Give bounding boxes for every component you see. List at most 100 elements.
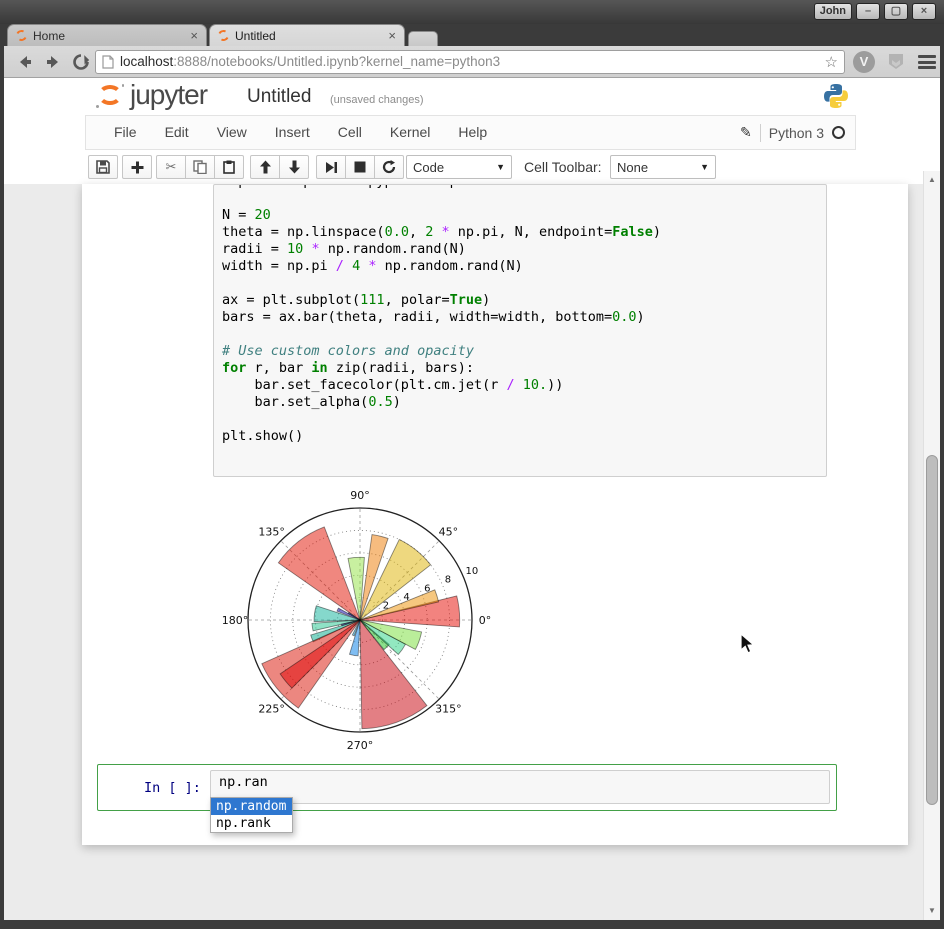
scroll-down-icon[interactable]: ▼ bbox=[924, 904, 940, 918]
polar-bar bbox=[278, 527, 360, 620]
cell-toolbar-label: Cell Toolbar: bbox=[524, 159, 602, 175]
refresh-icon bbox=[382, 160, 396, 174]
page-scrollbar[interactable]: ▲ ▼ bbox=[923, 171, 940, 920]
copy-cell-button[interactable] bbox=[185, 155, 215, 179]
extension-v-icon[interactable]: V bbox=[853, 51, 875, 73]
jupyter-favicon bbox=[15, 29, 29, 43]
notebook-save-status: (unsaved changes) bbox=[330, 94, 424, 106]
angle-tick-label: 45° bbox=[439, 526, 459, 539]
arrow-up-icon bbox=[259, 160, 272, 174]
angle-tick-label: 225° bbox=[258, 702, 285, 715]
radial-tick-label: 10 bbox=[465, 566, 478, 577]
browser-tab-strip: Home × Untitled × bbox=[4, 24, 940, 46]
restart-kernel-button[interactable] bbox=[374, 155, 404, 179]
code-line: N = 20 bbox=[222, 207, 818, 224]
browser-address-bar: localhost:8888/notebooks/Untitled.ipynb?… bbox=[4, 46, 940, 78]
save-button[interactable] bbox=[88, 155, 118, 179]
step-forward-icon bbox=[325, 161, 338, 174]
url-path: :8888/notebooks/Untitled.ipynb?kernel_na… bbox=[173, 54, 500, 69]
notebook-toolbar: ✂ bbox=[4, 150, 940, 184]
forward-icon[interactable] bbox=[44, 53, 62, 71]
copy-icon bbox=[193, 160, 207, 174]
code-line bbox=[222, 190, 818, 207]
jupyter-favicon bbox=[217, 29, 231, 43]
url-host: localhost bbox=[120, 54, 173, 69]
angle-tick-label: 180° bbox=[222, 614, 249, 627]
chevron-down-icon: ▼ bbox=[700, 162, 709, 172]
radial-tick-label: 6 bbox=[424, 583, 430, 594]
url-field[interactable]: localhost:8888/notebooks/Untitled.ipynb?… bbox=[95, 50, 845, 74]
page-icon bbox=[102, 55, 114, 69]
radial-tick-label: 4 bbox=[403, 592, 409, 603]
angle-tick-label: 0° bbox=[479, 614, 492, 627]
code-line: ax = plt.subplot(111, polar=True) bbox=[222, 292, 818, 309]
notebook-container: import matplotlib.pyplot as plt N = 20th… bbox=[82, 184, 908, 845]
extension-shield-icon[interactable] bbox=[886, 52, 906, 72]
move-cell-down-button[interactable] bbox=[279, 155, 309, 179]
jupyter-logo-text[interactable]: jupyter bbox=[130, 79, 207, 111]
menu-kernel[interactable]: Kernel bbox=[376, 116, 444, 149]
notebook-scroll-area[interactable]: import matplotlib.pyplot as plt N = 20th… bbox=[4, 184, 940, 920]
menu-view[interactable]: View bbox=[203, 116, 261, 149]
cell-toolbar-select[interactable]: None ▼ bbox=[610, 155, 716, 179]
code-cell-input[interactable]: import matplotlib.pyplot as plt N = 20th… bbox=[213, 184, 827, 477]
code-line bbox=[222, 411, 818, 428]
jupyter-logo-icon[interactable] bbox=[96, 84, 124, 108]
tab-label: Home bbox=[33, 29, 65, 43]
angle-tick-label: 90° bbox=[350, 489, 370, 502]
stop-icon bbox=[354, 161, 366, 173]
angle-tick-label: 270° bbox=[347, 739, 374, 752]
chevron-down-icon: ▼ bbox=[496, 162, 505, 172]
notebook-header: jupyter Untitled (unsaved changes) bbox=[4, 78, 940, 115]
cell-toolbar-value: None bbox=[617, 160, 648, 175]
cell-type-select[interactable]: Code ▼ bbox=[406, 155, 512, 179]
python-logo-icon bbox=[822, 82, 850, 110]
cut-cell-button[interactable]: ✂ bbox=[156, 155, 186, 179]
code-line: for r, bar in zip(radii, bars): bbox=[222, 360, 818, 377]
bookmark-star-icon[interactable]: ☆ bbox=[825, 53, 838, 71]
autocomplete-menu: np.randomnp.rank bbox=[210, 797, 293, 833]
window-minimize-button[interactable]: – bbox=[856, 3, 880, 20]
menu-help[interactable]: Help bbox=[444, 116, 501, 149]
code-line bbox=[222, 326, 818, 343]
angle-tick-label: 315° bbox=[435, 702, 462, 715]
browser-tab-home[interactable]: Home × bbox=[7, 24, 207, 46]
paste-cell-button[interactable] bbox=[214, 155, 244, 179]
interrupt-kernel-button[interactable] bbox=[345, 155, 375, 179]
notebook-menubar: FileEditViewInsertCellKernelHelp ✎ Pytho… bbox=[4, 115, 940, 150]
menu-edit[interactable]: Edit bbox=[151, 116, 203, 149]
code-line: bar.set_facecolor(plt.cm.jet(r / 10.)) bbox=[222, 377, 818, 394]
code-line: width = np.pi / 4 * np.random.rand(N) bbox=[222, 258, 818, 275]
close-tab-icon[interactable]: × bbox=[388, 30, 396, 42]
scroll-up-icon[interactable]: ▲ bbox=[924, 173, 940, 187]
angle-tick-label: 135° bbox=[258, 526, 285, 539]
completion-item[interactable]: np.rank bbox=[211, 815, 292, 832]
run-cell-button[interactable] bbox=[316, 155, 346, 179]
notebook-title[interactable]: Untitled bbox=[247, 86, 311, 108]
window-close-button[interactable]: × bbox=[912, 3, 936, 20]
move-cell-up-button[interactable] bbox=[250, 155, 280, 179]
code-input-field[interactable]: np.ran bbox=[210, 770, 830, 804]
completion-item[interactable]: np.random bbox=[211, 798, 292, 815]
code-line: theta = np.linspace(0.0, 2 * np.pi, N, e… bbox=[222, 224, 818, 241]
window-user-label: John bbox=[814, 3, 852, 20]
browser-menu-icon[interactable] bbox=[918, 55, 936, 72]
menu-cell[interactable]: Cell bbox=[324, 116, 376, 149]
input-prompt: In [ ]: bbox=[144, 780, 201, 796]
active-code-cell[interactable]: In [ ]: np.ran bbox=[97, 764, 837, 811]
arrow-down-icon bbox=[288, 160, 301, 174]
window-maximize-button[interactable]: ▢ bbox=[884, 3, 908, 20]
menu-insert[interactable]: Insert bbox=[261, 116, 324, 149]
menu-file[interactable]: File bbox=[100, 116, 151, 149]
browser-tab-untitled[interactable]: Untitled × bbox=[209, 24, 405, 46]
add-cell-button[interactable] bbox=[122, 155, 152, 179]
new-tab-button[interactable] bbox=[408, 31, 438, 46]
code-line: bar.set_alpha(0.5) bbox=[222, 394, 818, 411]
reload-icon[interactable] bbox=[72, 53, 90, 71]
code-line: # Use custom colors and opacity bbox=[222, 343, 818, 360]
scissors-icon: ✂ bbox=[166, 159, 177, 175]
radial-tick-label: 8 bbox=[445, 575, 451, 586]
back-icon[interactable] bbox=[16, 53, 34, 71]
scrollbar-thumb[interactable] bbox=[926, 455, 938, 805]
close-tab-icon[interactable]: × bbox=[190, 30, 198, 42]
